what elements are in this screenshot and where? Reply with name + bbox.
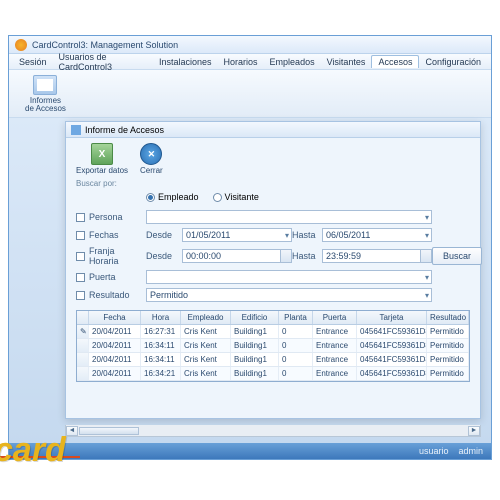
scroll-right-arrow[interactable]: ► bbox=[468, 426, 480, 436]
menu-instalaciones[interactable]: Instalaciones bbox=[153, 56, 218, 68]
table-row[interactable]: 20/04/201116:34:11Cris KentBuilding10Ent… bbox=[77, 353, 469, 367]
persona-combo[interactable] bbox=[146, 210, 432, 224]
scroll-left-arrow[interactable]: ◄ bbox=[66, 426, 78, 436]
chk-puerta[interactable]: Puerta bbox=[76, 272, 146, 282]
col-rowheader[interactable] bbox=[77, 311, 89, 324]
fechas-desde-input[interactable]: 01/05/2011 bbox=[182, 228, 292, 242]
col-fecha[interactable]: Fecha bbox=[89, 311, 141, 324]
export-label: Exportar datos bbox=[76, 166, 128, 175]
resultado-combo[interactable]: Permitido bbox=[146, 288, 432, 302]
puerta-combo[interactable] bbox=[146, 270, 432, 284]
menu-accesos[interactable]: Accesos bbox=[371, 55, 419, 68]
chk-resultado[interactable]: Resultado bbox=[76, 290, 146, 300]
statusbar: usuario admin bbox=[9, 443, 491, 459]
franja-desde-input[interactable]: 00:00:00 bbox=[182, 249, 292, 263]
radio-visitante-label: Visitante bbox=[225, 192, 259, 202]
fechas-desde-label: Desde bbox=[146, 230, 182, 240]
col-tarjeta[interactable]: Tarjeta bbox=[357, 311, 427, 324]
ribbon: Informes de Accesos bbox=[9, 70, 491, 118]
grid-header[interactable]: FechaHoraEmpleadoEdificioPlantaPuertaTar… bbox=[77, 311, 469, 325]
scroll-track[interactable] bbox=[78, 427, 468, 435]
table-row[interactable]: 20/04/201116:34:11Cris KentBuilding10Ent… bbox=[77, 339, 469, 353]
results-grid[interactable]: FechaHoraEmpleadoEdificioPlantaPuertaTar… bbox=[76, 310, 470, 382]
table-row[interactable]: 20/04/201116:34:21Cris KentBuilding10Ent… bbox=[77, 367, 469, 381]
fechas-hasta-input[interactable]: 06/05/2011 bbox=[322, 228, 432, 242]
col-edificio[interactable]: Edificio bbox=[231, 311, 279, 324]
col-puerta[interactable]: Puerta bbox=[313, 311, 357, 324]
chk-franja[interactable]: Franja Horaria bbox=[76, 246, 146, 266]
excel-icon bbox=[91, 143, 113, 165]
grid-body[interactable]: ✎20/04/201116:27:31Cris KentBuilding10En… bbox=[77, 325, 469, 381]
status-user: admin bbox=[458, 446, 483, 456]
col-resultado[interactable]: Resultado bbox=[427, 311, 469, 324]
col-hora[interactable]: Hora bbox=[141, 311, 181, 324]
workspace: Informe de Accesos Exportar datos Cerrar… bbox=[9, 118, 491, 443]
fechas-hasta-label: Hasta bbox=[292, 230, 322, 240]
menu-empleados[interactable]: Empleados bbox=[264, 56, 321, 68]
dialog-titlebar[interactable]: Informe de Accesos bbox=[66, 122, 480, 138]
report-icon bbox=[33, 75, 57, 95]
franja-hasta-input[interactable]: 23:59:59 bbox=[322, 249, 432, 263]
close-button[interactable]: Cerrar bbox=[140, 143, 163, 175]
table-row[interactable]: ✎20/04/201116:27:31Cris KentBuilding10En… bbox=[77, 325, 469, 339]
app-icon bbox=[15, 39, 27, 51]
dialog-informe-accesos: Informe de Accesos Exportar datos Cerrar… bbox=[65, 121, 481, 419]
filter-grid: Empleado Visitante Persona Fechas Desde … bbox=[76, 192, 470, 302]
chk-fechas[interactable]: Fechas bbox=[76, 230, 146, 240]
franja-hasta-label: Hasta bbox=[292, 251, 322, 261]
close-icon bbox=[140, 143, 162, 165]
chk-persona[interactable]: Persona bbox=[76, 212, 146, 222]
menu-sesión[interactable]: Sesión bbox=[13, 56, 53, 68]
menubar[interactable]: SesiónUsuarios de CardControl3Instalacio… bbox=[9, 54, 491, 70]
col-planta[interactable]: Planta bbox=[279, 311, 313, 324]
menu-usuarios-de-cardcontrol3[interactable]: Usuarios de CardControl3 bbox=[53, 51, 153, 73]
menu-visitantes[interactable]: Visitantes bbox=[321, 56, 372, 68]
search-by-label: Buscar por: bbox=[76, 179, 470, 188]
watermark-line bbox=[0, 456, 80, 458]
close-label: Cerrar bbox=[140, 166, 163, 175]
dialog-title: Informe de Accesos bbox=[85, 125, 164, 135]
app-title: CardControl3: Management Solution bbox=[32, 40, 178, 50]
menu-horarios[interactable]: Horarios bbox=[218, 56, 264, 68]
radio-empleado-label: Empleado bbox=[158, 192, 199, 202]
buscar-button[interactable]: Buscar bbox=[432, 247, 482, 265]
franja-desde-label: Desde bbox=[146, 251, 182, 261]
radio-visitante[interactable]: Visitante bbox=[213, 192, 259, 202]
app-window: CardControl3: Management Solution Sesión… bbox=[8, 35, 492, 460]
radio-empleado[interactable]: Empleado bbox=[146, 192, 199, 202]
status-user-label: usuario bbox=[419, 446, 449, 456]
export-button[interactable]: Exportar datos bbox=[76, 143, 128, 175]
col-empleado[interactable]: Empleado bbox=[181, 311, 231, 324]
dialog-icon bbox=[71, 125, 81, 135]
ribbon-informes-accesos[interactable]: Informes de Accesos bbox=[19, 73, 72, 115]
dialog-body: Exportar datos Cerrar Buscar por: Emplea… bbox=[66, 138, 480, 387]
horizontal-scrollbar[interactable]: ◄ ► bbox=[65, 425, 481, 437]
ribbon-label-line2: de Accesos bbox=[25, 105, 66, 113]
menu-configuración[interactable]: Configuración bbox=[419, 56, 487, 68]
scroll-thumb[interactable] bbox=[79, 427, 139, 435]
